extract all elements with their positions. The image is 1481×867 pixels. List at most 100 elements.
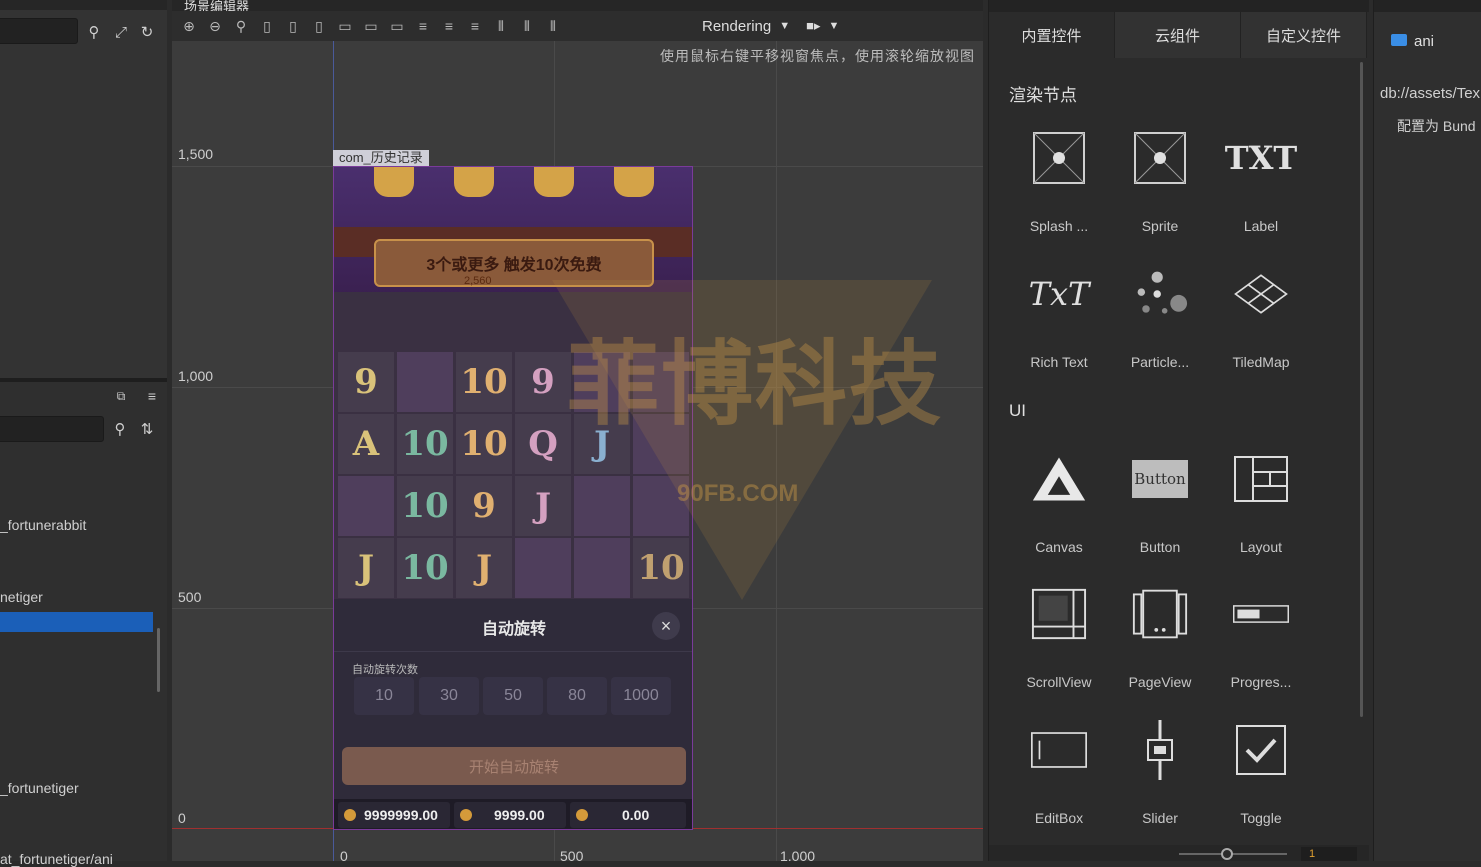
component-rich-text[interactable]: TxT Rich Text: [1009, 266, 1109, 396]
reel-symbol: 10: [397, 476, 453, 536]
start-auto-spin-button[interactable]: 开始自动旋转: [342, 747, 686, 785]
component-button[interactable]: Button Button: [1110, 451, 1210, 581]
component-label: Layout: [1239, 539, 1283, 555]
sort-icon[interactable]: ⇅: [137, 419, 157, 439]
component-library: 内置控件 云组件 自定义控件 渲染节点 UI Splash ... Sprite…: [988, 0, 1369, 861]
panel-header: [0, 0, 167, 10]
tiledmap-icon: [1233, 266, 1289, 322]
align-middle-icon[interactable]: ▭: [362, 18, 380, 35]
menu-icon[interactable]: ≡: [142, 386, 162, 406]
align-center-icon[interactable]: ▯: [284, 18, 302, 35]
component-canvas[interactable]: Canvas: [1009, 451, 1109, 581]
progressbar-icon: [1233, 586, 1289, 642]
y-axis-label: 500: [178, 589, 202, 605]
tree-item[interactable]: at_fortunetiger/ani: [0, 851, 113, 867]
spin-option-10[interactable]: 10: [354, 677, 414, 715]
refresh-icon[interactable]: ↻: [137, 22, 157, 42]
component-sprite[interactable]: Sprite: [1110, 130, 1210, 260]
distribute-bottom-icon[interactable]: ≡: [466, 18, 484, 34]
hierarchy-panel: ⚲ ⤢ ↻: [0, 0, 167, 378]
x-axis-label: 0: [340, 848, 348, 861]
spin-option-1000[interactable]: 1000: [611, 677, 671, 715]
align-top-icon[interactable]: ▭: [336, 18, 354, 35]
bundle-checkbox-label[interactable]: 配置为 Bund: [1397, 116, 1476, 136]
component-slider[interactable]: Slider: [1110, 720, 1210, 852]
win-value: 0.00: [622, 807, 650, 823]
tree-item[interactable]: netiger: [0, 589, 43, 605]
assets-scrollbar[interactable]: [157, 628, 160, 692]
reel-symbol: [338, 476, 394, 536]
reel-symbol: 10: [397, 538, 453, 598]
component-scrollview[interactable]: ScrollView: [1009, 586, 1109, 716]
spin-option-50[interactable]: 50: [483, 677, 543, 715]
splash-icon: [1031, 130, 1087, 186]
distribute-center-icon[interactable]: ⫴: [518, 18, 536, 35]
spin-option-30[interactable]: 30: [419, 677, 479, 715]
align-left-icon[interactable]: ▯: [258, 18, 276, 35]
chevron-down-icon[interactable]: ▼: [829, 20, 840, 32]
component-footer: 1: [989, 845, 1369, 861]
component-toggle[interactable]: Toggle: [1211, 722, 1311, 852]
distribute-left-icon[interactable]: ⫴: [492, 18, 510, 35]
tree-item[interactable]: _fortunerabbit: [0, 517, 86, 533]
auto-spin-modal: 自动旋转 × 自动旋转次数 10 30 50 80 1000 开始自动旋转 99…: [334, 599, 692, 829]
component-scrollbar[interactable]: [1360, 62, 1363, 717]
zoom-slider-handle[interactable]: [1221, 848, 1233, 860]
component-label: Particle...: [1130, 354, 1190, 370]
spin-option-80[interactable]: 80: [547, 677, 607, 715]
banner-text: 3个或更多 触发10次免费: [426, 257, 602, 274]
distribute-middle-icon[interactable]: ≡: [440, 18, 458, 34]
win-item: 0.00: [570, 802, 686, 828]
tab-builtin[interactable]: 内置控件: [989, 12, 1115, 58]
camera-icon[interactable]: ■▸: [806, 18, 820, 34]
hierarchy-search-input[interactable]: [0, 18, 78, 44]
expand-icon[interactable]: ⤢: [111, 22, 131, 42]
zoom-in-icon[interactable]: ⊕: [180, 18, 198, 35]
panel-header: [1374, 0, 1481, 12]
search-icon[interactable]: ⚲: [84, 22, 104, 42]
component-label: Toggle: [1240, 810, 1282, 826]
zoom-slider-track[interactable]: [1179, 853, 1287, 855]
distribute-right-icon[interactable]: ⫴: [544, 18, 562, 35]
component-label: PageView: [1128, 674, 1192, 690]
component-editbox[interactable]: EditBox: [1009, 722, 1109, 852]
align-right-icon[interactable]: ▯: [310, 18, 328, 35]
popout-icon[interactable]: ⧉: [111, 386, 131, 406]
component-particle[interactable]: Particle...: [1110, 266, 1210, 396]
y-axis-label: 0: [178, 810, 186, 826]
left-panels: ⚲ ⤢ ↻ ⧉ ≡ ⚲ ⇅ _fortunerabbit netiger _fo…: [0, 0, 167, 867]
chevron-down-icon[interactable]: ▼: [779, 20, 790, 32]
render-mode-select[interactable]: Rendering: [702, 18, 771, 35]
tree-item[interactable]: _fortunetiger: [0, 780, 79, 796]
tab-custom[interactable]: 自定义控件: [1241, 12, 1367, 58]
component-pageview[interactable]: PageView: [1110, 586, 1210, 716]
search-icon[interactable]: ⚲: [110, 419, 130, 439]
component-label-node[interactable]: TXT Label: [1211, 130, 1311, 260]
assets-search-input[interactable]: [0, 416, 104, 442]
component-label: TiledMap: [1232, 354, 1290, 370]
reel-symbol: 10: [456, 414, 512, 474]
align-bottom-icon[interactable]: ▭: [388, 18, 406, 35]
zoom-reset-icon[interactable]: ⚲: [232, 18, 250, 35]
component-layout[interactable]: Layout: [1211, 451, 1311, 581]
component-progressbar[interactable]: Progres...: [1211, 586, 1311, 716]
x-axis-label: 500: [560, 848, 584, 861]
component-tiledmap[interactable]: TiledMap: [1211, 266, 1311, 396]
scene-tab-bar: 场景编辑器: [172, 0, 983, 14]
component-label: ScrollView: [1026, 674, 1092, 690]
selected-tree-item[interactable]: [0, 612, 153, 632]
inspector-panel: ani db://assets/Tex 配置为 Bund: [1373, 0, 1481, 861]
pageview-icon: [1132, 586, 1188, 642]
modal-title: 自动旋转: [481, 621, 546, 638]
close-icon[interactable]: ×: [652, 612, 680, 640]
distribute-top-icon[interactable]: ≡: [414, 18, 432, 34]
x-axis-label: 1,000: [780, 848, 816, 861]
tab-cloud[interactable]: 云组件: [1115, 12, 1241, 58]
y-axis-label: 1,500: [178, 146, 214, 162]
zoom-input[interactable]: 1: [1301, 847, 1357, 861]
component-label: Rich Text: [1030, 354, 1088, 370]
component-label: Progres...: [1230, 674, 1292, 690]
zoom-out-icon[interactable]: ⊖: [206, 18, 224, 35]
component-label: Splash ...: [1029, 218, 1089, 234]
component-splash[interactable]: Splash ...: [1009, 130, 1109, 260]
